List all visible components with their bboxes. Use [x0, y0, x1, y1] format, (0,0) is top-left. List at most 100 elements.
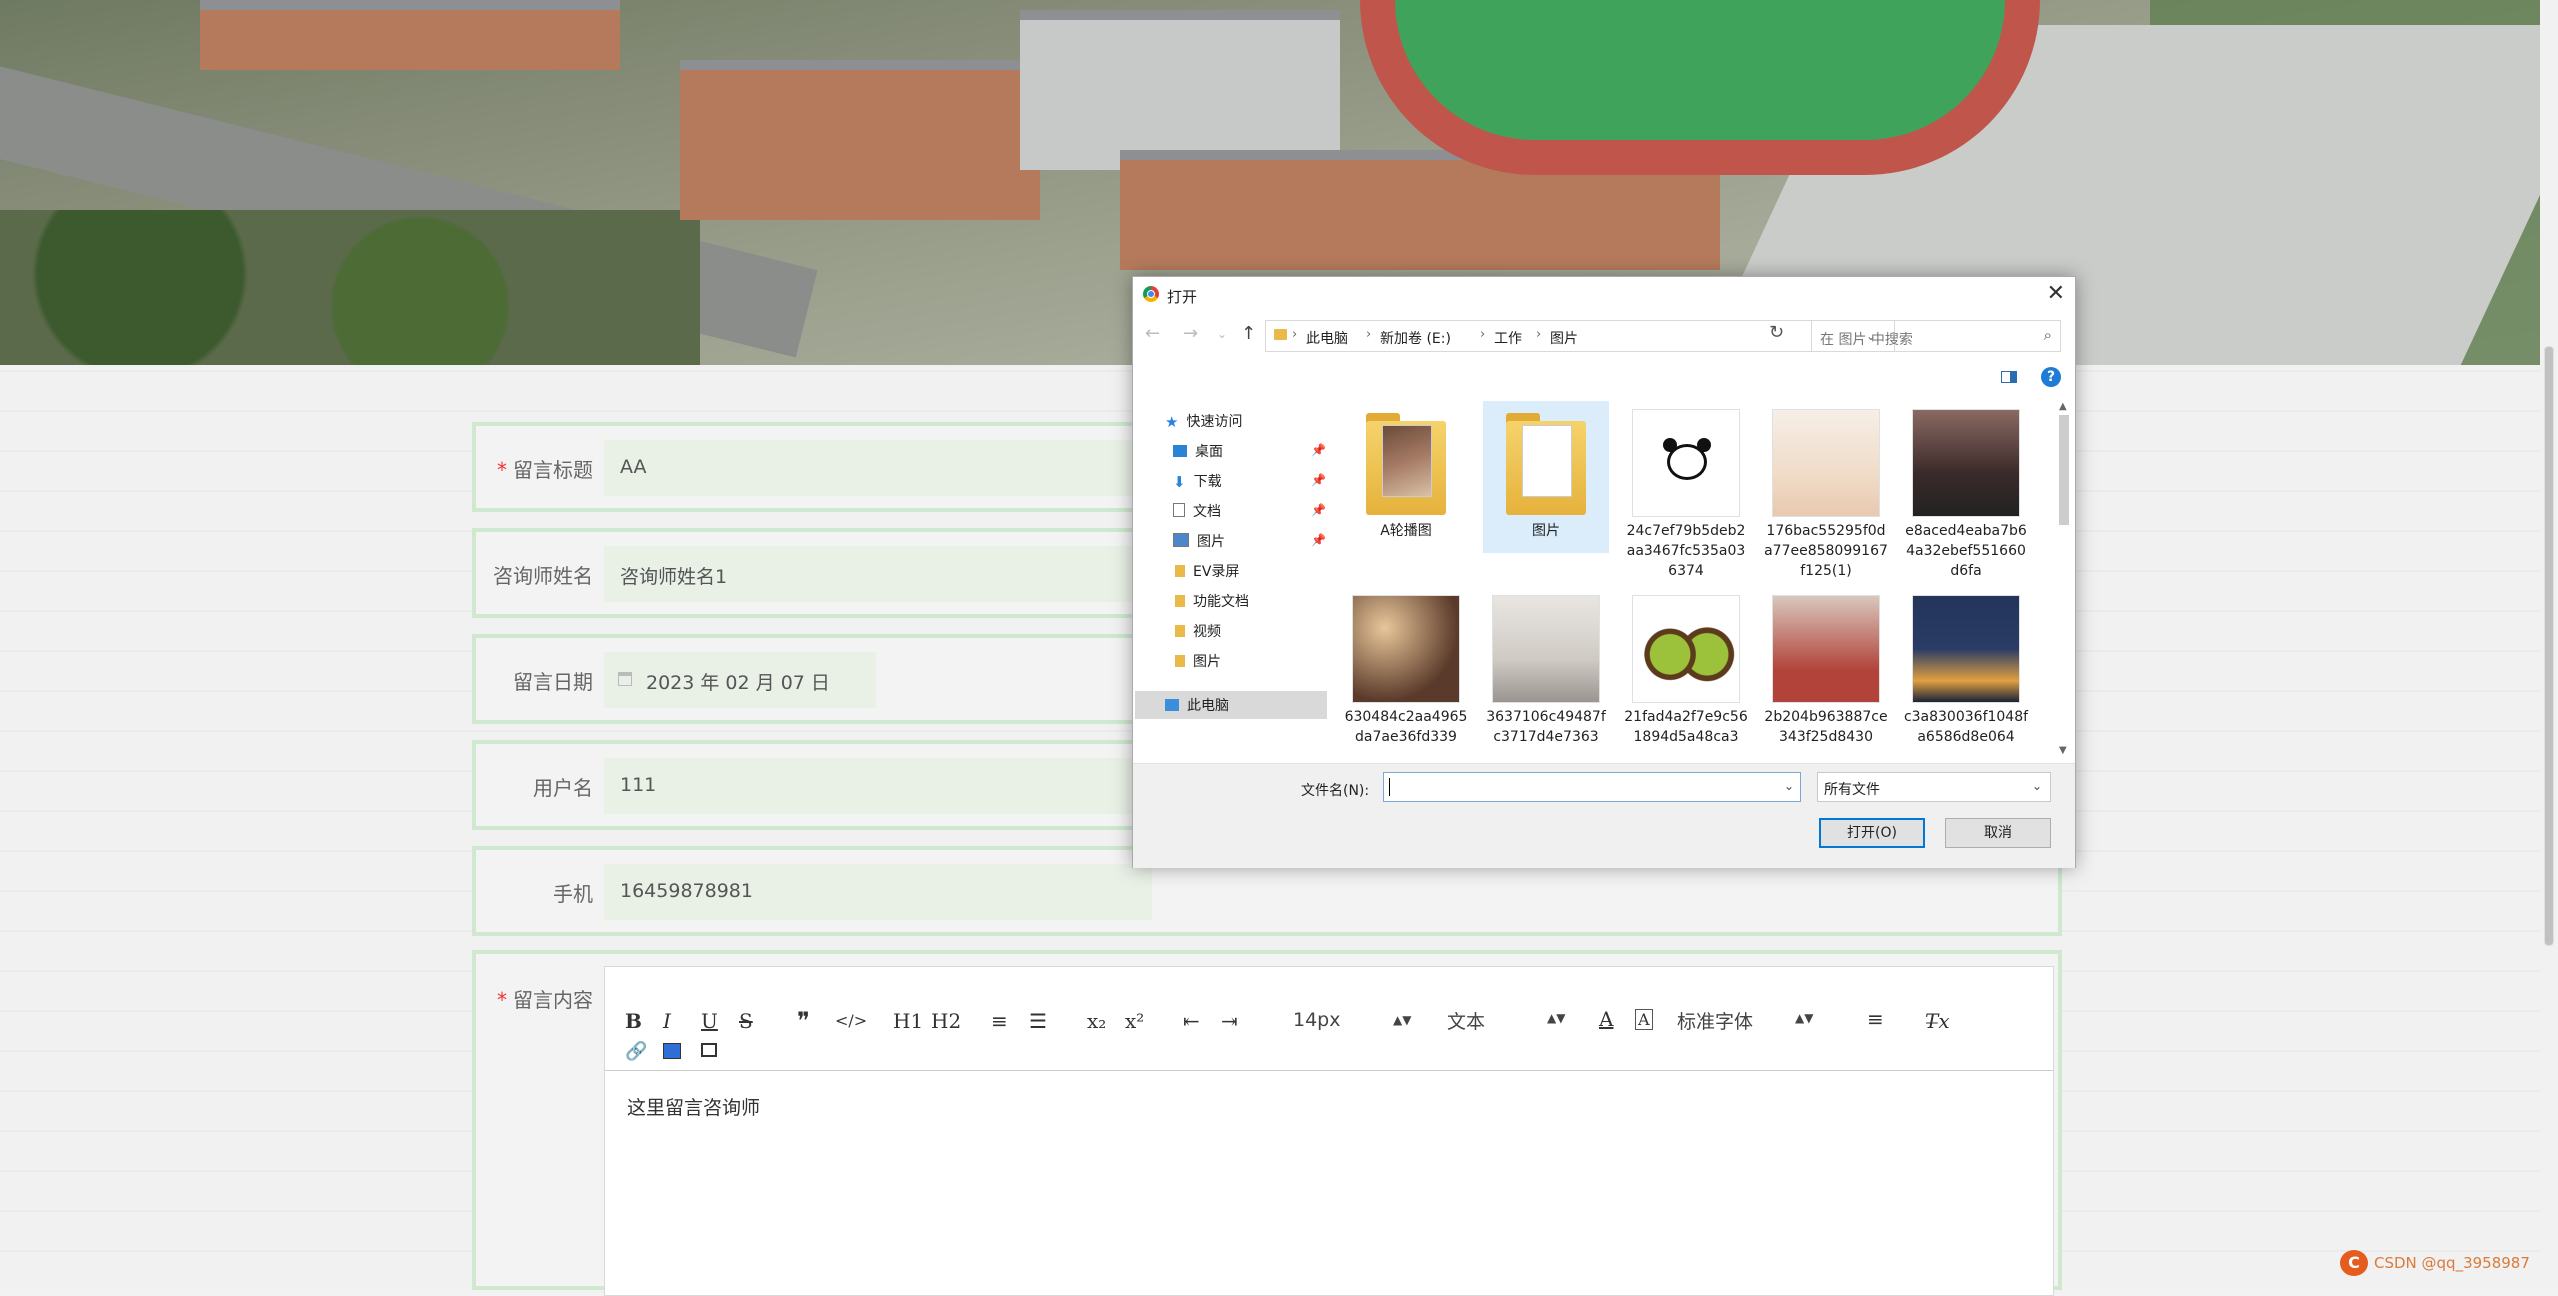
room-thumbnail	[1492, 595, 1600, 703]
pin-icon: 📌	[1311, 473, 1326, 487]
title-input[interactable]: AA	[604, 440, 1152, 496]
file-item[interactable]: 2b204b963887ce343f25d8430	[1763, 587, 1889, 747]
file-item[interactable]: c3a830036f1048fa6586d8e064	[1903, 587, 2029, 747]
file-item[interactable]: 176bac55295f0da77ee858099167f125(1)	[1763, 401, 1889, 581]
clear-format-button[interactable]: T̶x	[1925, 1009, 1950, 1033]
tree-downloads[interactable]: ⬇ 下载	[1173, 471, 1222, 491]
tree-pictures[interactable]: 图片	[1173, 531, 1225, 551]
breadcrumb-this-pc[interactable]: 此电脑	[1306, 328, 1348, 348]
superscript-button[interactable]: x²	[1125, 1009, 1144, 1033]
bullet-list-button[interactable]: ☰	[1029, 1009, 1047, 1033]
tree-pictures-folder[interactable]: 图片	[1175, 651, 1221, 671]
back-icon[interactable]: ←	[1145, 323, 1160, 344]
file-item[interactable]: 630484c2aa4965da7ae36fd339	[1343, 587, 1469, 747]
strike-button[interactable]: S	[739, 1009, 753, 1033]
file-item[interactable]: e8aced4eaba7b64a32ebef551660d6fa	[1903, 401, 2029, 581]
title-label: 留言标题	[513, 458, 593, 482]
text-style-select[interactable]: 文本 ▲▼	[1447, 1007, 1565, 1034]
file-grid-scrollbar[interactable]: ▲ ▼	[2057, 401, 2071, 759]
file-grid: A轮播图 图片 24c7ef79b5deb2aa3467fc535a036374…	[1343, 401, 2053, 759]
file-item[interactable]: 21fad4a2f7e9c561894d5a48ca3	[1623, 587, 1749, 747]
address-bar[interactable]: › 此电脑 › 新加卷 (E:) › 工作 › 图片 ⌄	[1265, 320, 1895, 352]
tree-documents[interactable]: 文档	[1173, 501, 1221, 521]
chevron-down-icon: ⌄	[2031, 779, 2042, 793]
tree-desktop[interactable]: 桌面	[1173, 441, 1223, 461]
italic-button[interactable]: I	[663, 1009, 671, 1033]
download-icon: ⬇	[1173, 473, 1186, 491]
outdent-button[interactable]: ⇤	[1183, 1009, 1200, 1033]
dialog-footer: 文件名(N): ⌄ 所有文件 ⌄ 打开(O) 取消	[1133, 763, 2075, 868]
font-color-button[interactable]: A	[1599, 1007, 1613, 1031]
file-item[interactable]: 3637106c49487fc3717d4e7363	[1483, 587, 1609, 747]
h1-button[interactable]: H1	[893, 1009, 923, 1033]
pin-icon: 📌	[1311, 443, 1326, 457]
align-left-button[interactable]: ≡	[1867, 1007, 1884, 1031]
girl-thumbnail	[1352, 595, 1460, 703]
link-icon[interactable]: 🔗	[625, 1041, 647, 1062]
filetype-select[interactable]: 所有文件 ⌄	[1817, 772, 2051, 802]
chevron-down-icon[interactable]: ⌄	[1784, 779, 1794, 793]
quote-button[interactable]: ❞	[797, 1007, 810, 1035]
folder-icon	[1274, 329, 1287, 340]
tree-quick-access[interactable]: ★ 快速访问	[1165, 411, 1242, 431]
username-label: 用户名	[533, 776, 593, 800]
search-box[interactable]: 在 图片 中搜索 ⌕	[1811, 320, 2061, 352]
consultant-input[interactable]: 咨询师姓名1	[604, 546, 1152, 602]
page-scrollbar[interactable]	[2540, 0, 2558, 1290]
file-item[interactable]: A轮播图	[1343, 401, 1469, 541]
h2-button[interactable]: H2	[931, 1009, 961, 1033]
username-input[interactable]: 111	[604, 758, 1152, 814]
dialog-viewbar: ?	[1133, 361, 2075, 395]
filename-input[interactable]: ⌄	[1383, 772, 1801, 802]
dialog-navbar: ← → ⌄ ↑ › 此电脑 › 新加卷 (E:) › 工作 › 图片 ⌄ ↻ 在…	[1133, 315, 2075, 357]
background-color-button[interactable]: A	[1635, 1009, 1653, 1030]
folder-icon	[1175, 565, 1185, 577]
tree-videos[interactable]: 视频	[1175, 621, 1221, 641]
recent-dropdown-icon[interactable]: ⌄	[1217, 327, 1227, 341]
csdn-watermark: C CSDN @qq_3958987	[2340, 1250, 2530, 1276]
date-value: 2023 年 02 月 07 日	[646, 672, 830, 694]
forward-icon[interactable]: →	[1183, 323, 1198, 344]
up-icon[interactable]: ↑	[1241, 323, 1256, 344]
underline-button[interactable]: U	[701, 1009, 718, 1033]
date-picker[interactable]: 2023 年 02 月 07 日	[604, 652, 876, 708]
help-icon[interactable]: ?	[2041, 367, 2061, 387]
dialog-title: 打开	[1167, 288, 1198, 306]
font-size-select[interactable]: 14px ▲▼	[1293, 1009, 1411, 1031]
video-icon[interactable]	[701, 1043, 717, 1057]
refresh-icon[interactable]: ↻	[1769, 322, 1784, 343]
editor-content[interactable]: 这里留言咨询师	[627, 1093, 760, 1120]
pin-icon: 📌	[1311, 533, 1326, 547]
close-icon[interactable]: ✕	[2047, 281, 2065, 306]
ordered-list-button[interactable]: ≡	[991, 1009, 1008, 1033]
tree-function-docs[interactable]: 功能文档	[1175, 591, 1249, 611]
subscript-button[interactable]: x₂	[1087, 1009, 1106, 1033]
date-label: 留言日期	[513, 670, 593, 694]
indent-button[interactable]: ⇥	[1221, 1009, 1238, 1033]
scroll-up-icon[interactable]: ▲	[2059, 401, 2067, 412]
tree-ev-recordings[interactable]: EV录屏	[1175, 561, 1239, 581]
code-button[interactable]: </>	[835, 1011, 867, 1030]
breadcrumb-work[interactable]: 工作	[1494, 328, 1522, 348]
open-button[interactable]: 打开(O)	[1819, 818, 1925, 848]
document-icon	[1173, 503, 1185, 517]
file-item[interactable]: 24c7ef79b5deb2aa3467fc535a036374	[1623, 401, 1749, 581]
cancel-button[interactable]: 取消	[1945, 818, 2051, 848]
rich-text-editor[interactable]: B I U S ❞ </> H1 H2 ≡ ☰ x₂ x² ⇤ ⇥ 14px ▲▼…	[604, 966, 2054, 1296]
font-family-select[interactable]: 标准字体 ▲▼	[1677, 1007, 1813, 1034]
consultant-label: 咨询师姓名	[493, 564, 593, 588]
breadcrumb-pictures[interactable]: 图片	[1550, 328, 1578, 348]
breadcrumb-drive[interactable]: 新加卷 (E:)	[1380, 328, 1451, 348]
image-icon[interactable]	[663, 1043, 681, 1059]
filename-label: 文件名(N):	[1301, 783, 1370, 799]
preview-pane-icon[interactable]	[2001, 371, 2017, 383]
phone-input[interactable]: 16459878981	[604, 864, 1152, 920]
scroll-down-icon[interactable]: ▼	[2059, 745, 2067, 756]
dialog-titlebar[interactable]: 打开 ✕	[1133, 277, 2075, 313]
content-label: 留言内容	[513, 988, 593, 1012]
car-thumbnail	[1912, 409, 2020, 517]
file-item-selected[interactable]: 图片	[1483, 401, 1609, 553]
bold-button[interactable]: B	[625, 1009, 642, 1033]
editor-toolbar: B I U S ❞ </> H1 H2 ≡ ☰ x₂ x² ⇤ ⇥ 14px ▲▼…	[605, 967, 2053, 1071]
tree-this-pc[interactable]: 此电脑	[1165, 695, 1229, 715]
